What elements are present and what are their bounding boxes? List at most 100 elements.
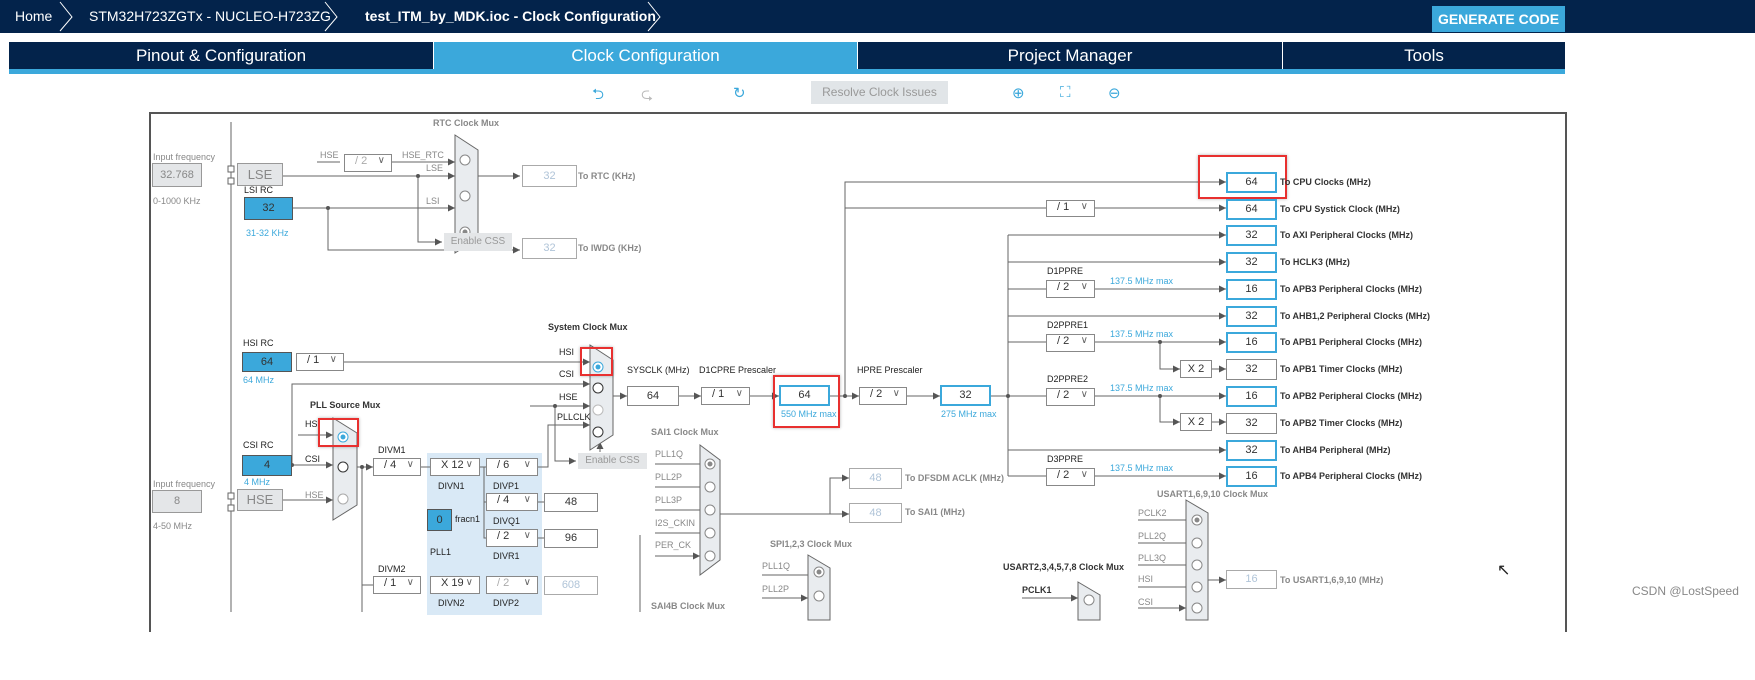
divp1-select[interactable]: / 6 [486, 458, 538, 476]
divn2-select[interactable]: X 19 [430, 576, 480, 594]
output-value[interactable]: 16 [1226, 386, 1277, 407]
output-value[interactable]: 32 [1226, 252, 1277, 273]
sys-enable-css-button[interactable]: Enable CSS [578, 453, 647, 469]
sai1-in-pll1q: PLL1Q [655, 449, 684, 459]
output-label: To HCLK3 (MHz) [1280, 257, 1350, 267]
hclk-output[interactable]: 32 [940, 385, 991, 406]
usart1-mux-title: USART1,6,9,10 Clock Mux [1157, 489, 1269, 499]
hpre-select[interactable]: / 2 [859, 387, 907, 405]
sysclk-value: 64 [627, 386, 679, 406]
lse-input-label: Input frequency [153, 152, 216, 162]
pll-mux-csi-label: CSI [305, 454, 321, 464]
output-value[interactable]: 32 [1226, 306, 1277, 327]
d2ppre1-max: 137.5 MHz max [1110, 329, 1174, 339]
usart1-in-pll3q: PLL3Q [1138, 553, 1167, 563]
rtc-enable-css-button[interactable]: Enable CSS [444, 233, 512, 251]
d3ppre-select[interactable]: / 2 [1046, 468, 1095, 486]
fracn1-field[interactable]: 0 [427, 509, 452, 531]
systick-divider-select[interactable]: / 1 [1046, 200, 1095, 217]
usart1-output-label: To USART1,6,9,10 (MHz) [1280, 575, 1384, 585]
lse-range: 0-1000 KHz [153, 196, 201, 206]
output-value[interactable]: 16 [1226, 466, 1277, 487]
divm2-label: DIVM2 [378, 564, 406, 574]
hse-block[interactable]: HSE [237, 489, 283, 511]
d1cpre-select[interactable]: / 1 [701, 387, 750, 405]
sysmux-csi-label: CSI [559, 369, 575, 379]
output-value[interactable]: 16 [1226, 332, 1277, 353]
hsi-label: HSI RC [243, 338, 274, 348]
d2ppre2-select[interactable]: / 2 [1046, 388, 1095, 406]
hpre-max: 275 MHz max [941, 409, 997, 419]
watermark: CSDN @LostSpeed [1632, 584, 1739, 598]
divq1-select[interactable]: / 4 [486, 493, 538, 511]
hse-input-label: Input frequency [153, 479, 216, 489]
pll1q-output: 48 [544, 493, 598, 512]
divn1-select[interactable]: X 12 [430, 458, 480, 476]
lse-input-field[interactable]: 32.768 [152, 163, 202, 187]
pll1-label: PLL1 [430, 547, 452, 557]
divm2-select[interactable]: / 1 [373, 576, 421, 594]
lsi-label: LSI RC [244, 185, 274, 195]
lsi-range: 31-32 KHz [246, 228, 289, 238]
divr1-select[interactable]: / 2 [486, 529, 538, 547]
highlight-pll-source [318, 418, 359, 447]
output-value[interactable]: 64 [1226, 172, 1277, 193]
system-clock-mux-title: System Clock Mux [548, 322, 628, 332]
hsi-divider-select[interactable]: / 1 [296, 353, 344, 371]
output-label: To AHB4 Peripheral (MHz) [1280, 445, 1391, 455]
pll-mux-hsi-label: HS [305, 419, 318, 429]
lse-block[interactable]: LSE [237, 163, 283, 186]
highlight-sysclk-hsi [580, 347, 613, 376]
hse-range: 4-50 MHz [153, 521, 193, 531]
divm1-select[interactable]: / 4 [373, 458, 421, 476]
d1ppre-select[interactable]: / 2 [1046, 280, 1095, 298]
usart1-in-hsi: HSI [1138, 574, 1154, 584]
sysmux-pllclk-label: PLLCLK [557, 412, 591, 422]
output-value[interactable]: 64 [1226, 199, 1277, 220]
rtc-lse-label: LSE [426, 163, 444, 173]
mouse-cursor-icon: ↖ [1497, 562, 1511, 579]
spi123-mux [807, 554, 831, 621]
output-value[interactable]: 32 [1226, 359, 1277, 380]
spi-in-pll2p: PLL2P [762, 584, 790, 594]
output-label: To CPU Clocks (MHz) [1280, 177, 1371, 187]
d1cpre-label: D1CPRE Prescaler [699, 365, 777, 375]
pll-mux-hse-label: HSE [305, 490, 324, 500]
csi-value: 4 [242, 455, 292, 476]
usart1-in-csi: CSI [1138, 597, 1154, 607]
hsi-range: 64 MHz [243, 375, 275, 385]
iwdg-output-label: To IWDG (KHz) [578, 243, 642, 253]
lsi-value: 32 [244, 197, 293, 220]
d1ppre-label: D1PPRE [1047, 266, 1084, 276]
sysmux-hsi-label: HSI [559, 347, 575, 357]
apb1-timer-multiplier: X 2 [1180, 360, 1212, 378]
divm1-label: DIVM1 [378, 445, 406, 455]
d2ppre1-select[interactable]: / 2 [1046, 334, 1095, 352]
rtc-output-label: To RTC (KHz) [578, 171, 636, 181]
sysclk-label: SYSCLK (MHz) [627, 365, 690, 375]
output-value[interactable]: 16 [1226, 279, 1277, 300]
divp1-label: DIVP1 [493, 481, 520, 491]
hse-input-field[interactable]: 8 [152, 490, 202, 513]
divr1-label: DIVR1 [493, 551, 520, 561]
divp2-select[interactable]: / 2 [486, 576, 538, 594]
hse-rtc-divider-select[interactable]: / 2 [344, 154, 392, 172]
d2ppre2-label: D2PPRE2 [1047, 374, 1089, 384]
pll-source-mux-title: PLL Source Mux [310, 400, 381, 410]
sai1-in-pll3p: PLL3P [655, 495, 683, 505]
sai1-in-pll2p: PLL2P [655, 472, 683, 482]
rtc-lsi-label: LSI [426, 196, 440, 206]
divn2-label: DIVN2 [438, 598, 465, 608]
d3ppre-label: D3PPRE [1047, 454, 1084, 464]
output-label: To APB1 Timer Clocks (MHz) [1280, 364, 1403, 374]
output-label: To APB2 Peripheral Clocks (MHz) [1280, 391, 1423, 401]
output-label: To APB2 Timer Clocks (MHz) [1280, 418, 1403, 428]
output-label: To AHB1,2 Peripheral Clocks (MHz) [1280, 311, 1431, 321]
output-value[interactable]: 32 [1226, 413, 1277, 434]
output-value[interactable]: 32 [1226, 440, 1277, 461]
dfsdm-output: 48 [849, 468, 902, 489]
divn1-label: DIVN1 [438, 481, 465, 491]
output-value[interactable]: 32 [1226, 225, 1277, 246]
sai1-mux-title: SAI1 Clock Mux [651, 427, 719, 437]
usart1-in-pll2q: PLL2Q [1138, 531, 1167, 541]
